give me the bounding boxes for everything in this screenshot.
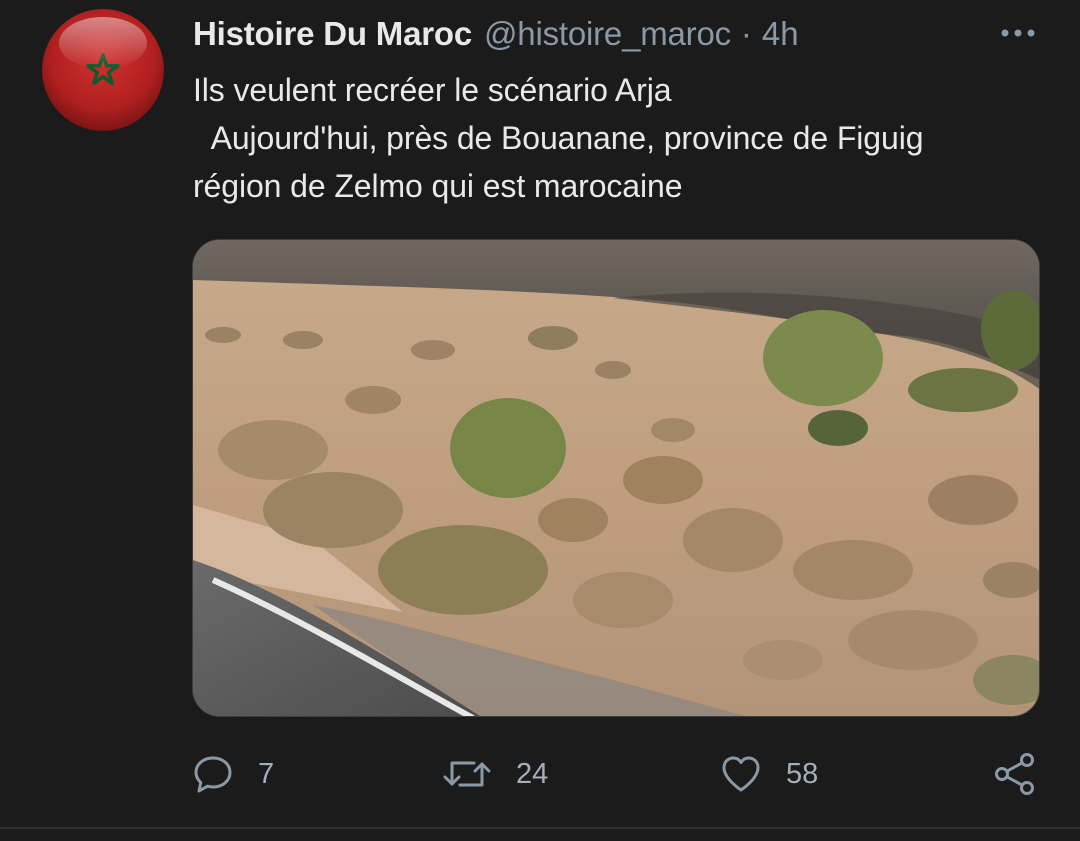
morocco-flag-icon [42,9,164,131]
user-handle[interactable]: @histoire_maroc [484,15,731,53]
tweet-actions: 7 24 58 [192,748,1042,800]
tweet-photo[interactable] [192,239,1040,717]
retweet-icon [443,761,491,787]
desert-landscape-image [193,240,1039,716]
heart-icon [722,756,760,792]
tweet-card[interactable]: Histoire Du Maroc @histoire_maroc · 4h I… [0,0,1080,827]
avatar[interactable] [42,9,164,131]
reply-count: 7 [258,757,275,790]
tweet-divider [0,827,1080,829]
reply-icon [194,756,232,793]
tweet-text: Ils veulent recréer le scénario Arja Auj… [193,72,924,204]
share-icon [995,753,1034,795]
reply-button[interactable]: 7 [192,748,274,800]
more-options-button[interactable] [996,18,1040,48]
more-icon [1001,29,1035,37]
retweet-count: 24 [516,757,549,790]
retweet-button[interactable]: 24 [442,748,548,800]
timestamp[interactable]: 4h [762,15,799,53]
share-button[interactable] [992,748,1038,800]
tweet-header: Histoire Du Maroc @histoire_maroc · 4h [193,12,1040,56]
like-count: 58 [786,757,819,790]
display-name[interactable]: Histoire Du Maroc [193,15,472,53]
separator-dot: · [740,15,752,52]
like-button[interactable]: 58 [720,748,818,800]
